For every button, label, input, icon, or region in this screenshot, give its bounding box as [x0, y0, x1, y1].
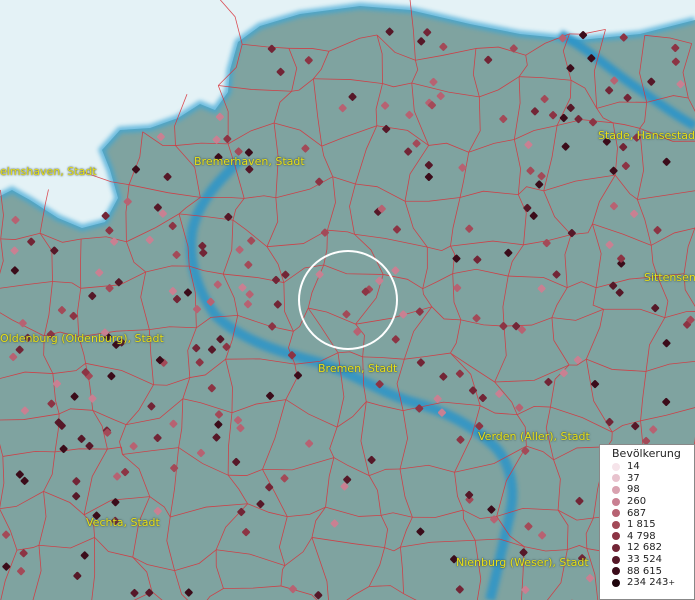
city-label-verden[interactable]: Verden (Aller), Stadt [478, 430, 590, 443]
legend-swatch [612, 578, 620, 587]
legend-swatch [612, 555, 620, 564]
legend-item: 234 243 + [600, 577, 694, 589]
legend-overflow-marker: + [668, 578, 676, 588]
map-view[interactable]: Bremerhaven, Stadt elmshaven, Stadt Stad… [0, 0, 695, 600]
city-label-sittensen[interactable]: Sittensen [644, 271, 695, 284]
legend-label: 1 815 [627, 519, 656, 531]
city-label-vechta[interactable]: Vechta, Stadt [86, 516, 160, 529]
legend-swatch [612, 543, 620, 552]
legend-item: 12 682 [600, 542, 694, 554]
legend-item: 260 [600, 496, 694, 508]
legend-item: 88 615 [600, 565, 694, 577]
legend-item: 14 [600, 461, 694, 473]
legend-label: 260 [627, 496, 647, 508]
city-label-oldenburg[interactable]: Oldenburg (Oldenburg), Stadt [0, 332, 164, 345]
legend-item: 687 [600, 507, 694, 519]
legend-swatch [612, 485, 620, 494]
legend-label: 4 798 [627, 530, 656, 542]
legend-swatch [612, 520, 620, 529]
city-label-stade[interactable]: Stade, Hansestadt [598, 129, 695, 142]
legend-title: Bevölkerung [612, 447, 681, 460]
legend-swatch [612, 509, 620, 518]
legend-label: 12 682 [627, 542, 662, 554]
legend-swatch [612, 497, 620, 506]
legend-swatch [612, 532, 620, 541]
legend-item: 1 815 [600, 519, 694, 531]
map-canvas [0, 0, 695, 600]
legend-label: 88 615 [627, 565, 662, 577]
legend-label: 98 [627, 484, 640, 496]
city-label-bremen[interactable]: Bremen, Stadt [318, 362, 397, 375]
city-label-bremerhaven[interactable]: Bremerhaven, Stadt [194, 155, 305, 168]
legend-swatch [612, 474, 620, 483]
legend-swatch [612, 567, 620, 576]
population-legend: Bevölkerung 14 37 98 260 687 1 815 4 798… [599, 444, 695, 600]
legend-label: 33 524 [627, 554, 662, 566]
legend-item: 98 [600, 484, 694, 496]
city-label-wilhelmshaven[interactable]: elmshaven, Stadt [0, 165, 97, 178]
legend-item: 37 [600, 473, 694, 485]
legend-label: 37 [627, 472, 640, 484]
city-label-nienburg[interactable]: Nienburg (Weser), Stadt [456, 556, 589, 569]
legend-label: 687 [627, 507, 647, 519]
legend-label: 14 [627, 461, 640, 473]
legend-item: 33 524 [600, 554, 694, 566]
legend-item: 4 798 [600, 531, 694, 543]
legend-swatch [612, 462, 620, 471]
legend-label: 234 243 [627, 577, 669, 589]
